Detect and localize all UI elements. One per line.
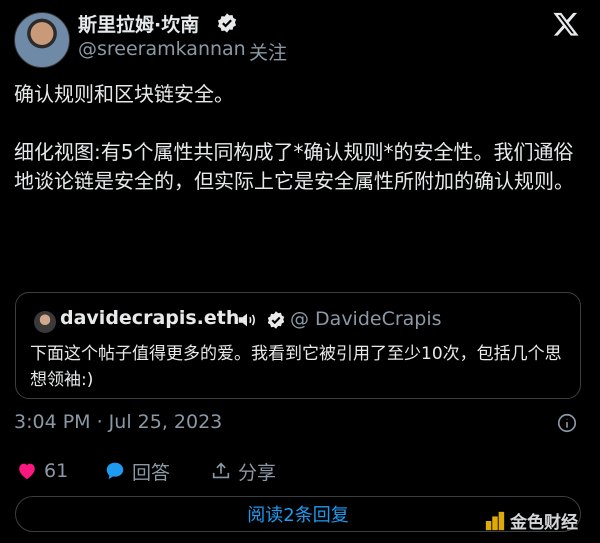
watermark: 金色财经 [484,508,578,533]
action-bar: 61 回答 分享 [16,457,576,485]
verified-badge-icon [217,13,237,33]
heart-icon [19,463,35,480]
speaker-icon [238,313,255,327]
info-icon[interactable] [556,412,578,434]
quoted-tweet[interactable]: davidecrapis.eth @ DavideCrapis 下面这个帖子值得… [15,292,581,399]
watermark-text: 金色财经 [510,513,578,533]
jinse-logo-icon [485,511,505,530]
quoted-author-handle: @ DavideCrapis [290,308,442,330]
verified-badge-icon [267,311,285,329]
author-avatar[interactable] [14,12,70,68]
tweet-paragraph: 细化视图:有5个属性共同构成了*确认规则*的安全性。我们通俗地谈论链是安全的，但… [14,140,574,193]
author-handle[interactable]: @sreeramkannan [78,38,246,60]
follow-button[interactable]: 关注 [249,38,287,65]
quoted-tweet-text: 下面这个帖子值得更多的爱。我看到它被引用了至少10次，包括几个思想领袖:) [30,344,562,390]
share-label: 分享 [238,461,277,484]
quoted-author-name: davidecrapis.eth [60,307,240,329]
author-display-name[interactable]: 斯里拉姆·坎南 [78,10,199,37]
share-button[interactable]: 分享 [210,457,276,485]
quoted-author-avatar [34,311,56,333]
like-button[interactable]: 61 [16,457,68,485]
like-count: 61 [44,460,69,482]
reply-button[interactable]: 回答 [104,457,170,485]
tweet-timestamp[interactable]: 3:04 PM · Jul 25, 2023 [14,411,222,433]
tweet-paragraph: 确认规则和区块链安全。 [14,82,234,106]
tweet-text: 确认规则和区块链安全。 细化视图:有5个属性共同构成了*确认规则*的安全性。我们… [14,80,574,196]
share-icon [212,462,230,479]
reply-bubble-icon [106,462,124,480]
reply-label: 回答 [132,461,171,484]
x-logo-icon[interactable] [552,10,580,38]
